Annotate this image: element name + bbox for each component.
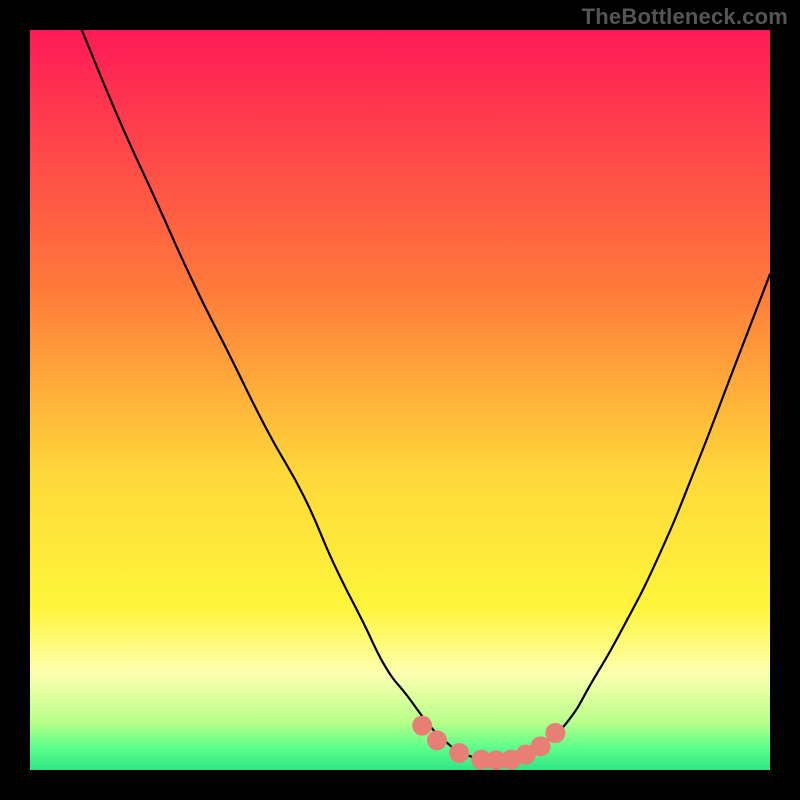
marker-dot [531, 736, 551, 756]
marker-dot [427, 730, 447, 750]
marker-dot [545, 723, 565, 743]
plot-area [30, 30, 770, 770]
heatmap-background [30, 30, 770, 770]
marker-dot [412, 716, 432, 736]
bottleneck-chart [30, 30, 770, 770]
chart-container: TheBottleneck.com [0, 0, 800, 800]
watermark-text: TheBottleneck.com [582, 4, 788, 30]
marker-dot [449, 743, 469, 763]
